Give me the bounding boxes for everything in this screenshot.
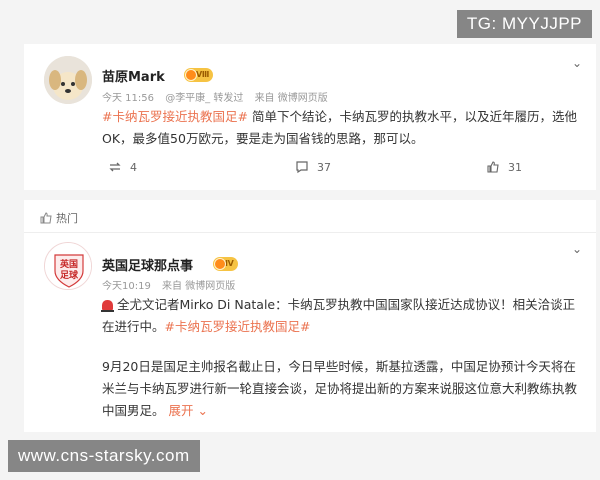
svg-text:足球: 足球 <box>60 269 79 281</box>
post-source: 来自 微博网页版 <box>254 93 328 104</box>
svg-text:英国: 英国 <box>59 258 78 270</box>
post-source: 来自 微博网页版 <box>162 281 236 292</box>
author-name[interactable]: 英国足球那点事 <box>102 255 193 274</box>
divider <box>24 232 596 233</box>
like-count: 31 <box>508 160 522 174</box>
post-meta: 今天10:19 来自 微博网页版 <box>102 277 243 292</box>
like-button[interactable]: 31 <box>486 160 522 174</box>
thumbs-up-icon <box>487 161 499 173</box>
avatar[interactable] <box>44 56 92 104</box>
post-text: 全尤文记者Mirko Di Natale：卡纳瓦罗执教中国国家队接近达成协议！相… <box>101 294 582 338</box>
post-text: #卡纳瓦罗接近执教国足# 简单下个结论，卡纳瓦罗的执教水平，以及近年履历，选他O… <box>102 106 582 150</box>
comment-count: 37 <box>317 160 331 174</box>
action-bar: 4 37 31 <box>24 156 596 180</box>
post-card-2: 热门 英国 足球 英国足球那点事 Ⅳ ⌄ 今天10:19 来自 微博网页版 全尤… <box>24 200 596 432</box>
dog-avatar-icon <box>44 56 92 104</box>
alarm-icon <box>101 300 114 312</box>
comment-icon <box>296 161 308 174</box>
expand-link[interactable]: 展开 ⌄ <box>169 403 208 418</box>
repost-count: 4 <box>130 160 137 174</box>
post-time[interactable]: 今天 11:56 <box>102 93 154 104</box>
post-text-2: 9月20日是国足主帅报名截止日，今日早些时候，斯基拉透露，中国足协预计今天将在米… <box>102 356 582 422</box>
thumbs-up-outline-icon <box>40 212 52 224</box>
repost-icon <box>109 162 121 172</box>
post-time[interactable]: 今天10:19 <box>102 281 151 292</box>
post-card-1: 苗原Mark Ⅷ ⌄ 今天 11:56 @李平康_ 转发过 来自 微博网页版 #… <box>24 44 596 190</box>
shield-logo-icon: 英国 足球 <box>45 243 91 289</box>
level-badge: Ⅳ <box>213 257 238 271</box>
watermark-top: TG: MYYJJPP <box>456 10 592 38</box>
watermark-bottom: www.cns-starsky.com <box>8 440 200 472</box>
hashtag-link[interactable]: #卡纳瓦罗接近执教国足# <box>165 319 311 334</box>
repost-button[interactable]: 4 <box>108 160 137 174</box>
hashtag-link[interactable]: #卡纳瓦罗接近执教国足# <box>102 109 248 124</box>
chevron-down-icon[interactable]: ⌄ <box>572 56 582 70</box>
hot-label: 热门 <box>40 210 78 226</box>
author-name[interactable]: 苗原Mark <box>102 66 165 85</box>
chevron-down-icon[interactable]: ⌄ <box>572 242 582 256</box>
level-badge: Ⅷ <box>184 68 214 82</box>
avatar[interactable]: 英国 足球 <box>44 242 92 290</box>
post-meta: 今天 11:56 @李平康_ 转发过 来自 微博网页版 <box>102 89 336 104</box>
comment-button[interactable]: 37 <box>295 160 331 174</box>
repost-from[interactable]: @李平康_ 转发过 <box>165 93 243 104</box>
